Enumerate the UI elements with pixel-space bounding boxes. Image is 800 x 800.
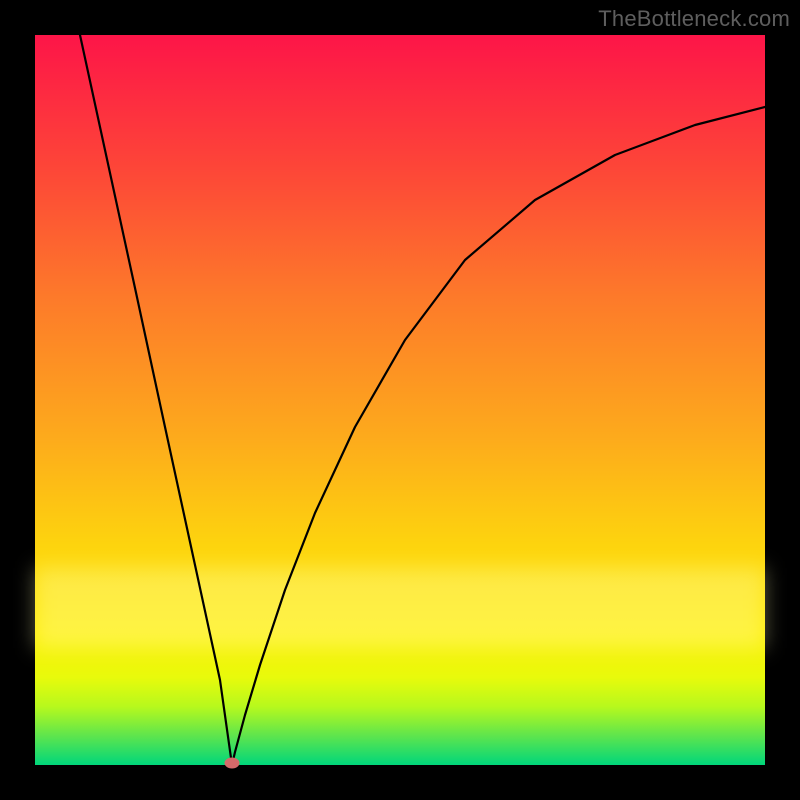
bottleneck-curve (35, 35, 765, 765)
chart-frame: TheBottleneck.com (0, 0, 800, 800)
minimum-marker (225, 758, 240, 769)
glow-band (35, 568, 765, 648)
plot-area (35, 35, 765, 765)
watermark-text: TheBottleneck.com (598, 6, 790, 32)
